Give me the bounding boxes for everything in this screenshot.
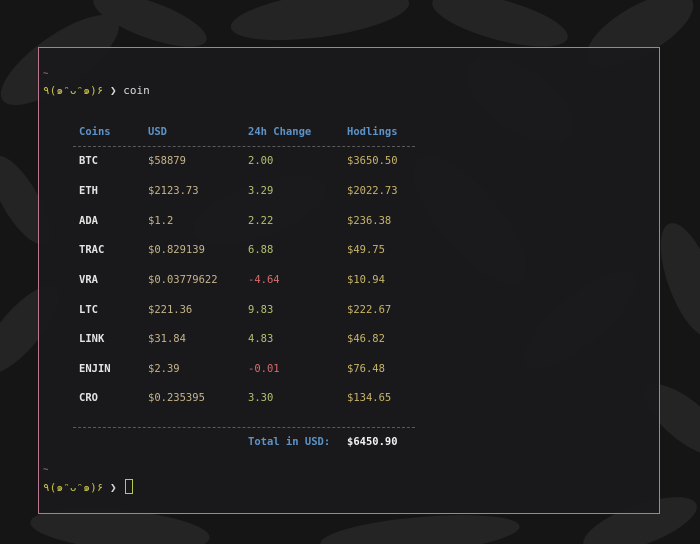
active-prompt-line[interactable]: ٩(๑ᵔᴗᵔ๑)۶ ❯ — [43, 478, 134, 496]
coin-change: 4.83 — [248, 333, 274, 345]
coin-symbol: ETH — [79, 185, 98, 197]
coin-symbol: LTC — [79, 304, 98, 316]
coin-change: 9.83 — [248, 304, 274, 316]
coin-usd: $0.235395 — [148, 392, 205, 404]
coin-hodlings: $46.82 — [347, 333, 385, 345]
coin-hodlings: $134.65 — [347, 392, 392, 404]
prompt-tilde-2: ~ — [43, 465, 49, 475]
coin-usd: $0.829139 — [148, 244, 205, 256]
coin-hodlings: $222.67 — [347, 304, 392, 316]
coin-symbol: VRA — [79, 274, 98, 286]
header-usd: USD — [148, 126, 167, 138]
coin-change: 2.00 — [248, 155, 274, 167]
header-divider — [73, 146, 415, 147]
command-text: coin — [123, 84, 150, 97]
header-hodlings: Hodlings — [347, 126, 398, 138]
coin-change: 2.22 — [248, 215, 274, 227]
prompt-kaomoji: ٩(๑ᵔᴗᵔ๑)۶ — [43, 481, 104, 494]
prompt-tilde-1: ~ — [43, 69, 49, 79]
total-divider — [73, 427, 415, 428]
coin-usd: $58879 — [148, 155, 186, 167]
coin-symbol: CRO — [79, 392, 98, 404]
coin-change: 3.29 — [248, 185, 274, 197]
coin-usd: $1.2 — [148, 215, 174, 227]
coin-symbol: ENJIN — [79, 363, 111, 375]
coin-symbol: TRAC — [79, 244, 105, 256]
text-cursor[interactable] — [125, 479, 134, 494]
total-value: $6450.90 — [347, 436, 398, 448]
coin-symbol: LINK — [79, 333, 105, 345]
coin-hodlings: $76.48 — [347, 363, 385, 375]
coin-hodlings: $2022.73 — [347, 185, 398, 197]
header-24h-change: 24h Change — [248, 126, 312, 138]
coin-usd: $0.03779622 — [148, 274, 218, 286]
coin-usd: $31.84 — [148, 333, 186, 345]
prompt-arrow-icon: ❯ — [109, 84, 117, 97]
coin-change: -4.64 — [248, 274, 280, 286]
coin-symbol: ADA — [79, 215, 98, 227]
prompt-arrow-icon: ❯ — [109, 481, 117, 494]
command-line: ٩(๑ᵔᴗᵔ๑)۶ ❯ coin — [43, 81, 150, 99]
coin-usd: $2.39 — [148, 363, 180, 375]
coin-hodlings: $49.75 — [347, 244, 385, 256]
coin-change: 3.30 — [248, 392, 274, 404]
coin-usd: $2123.73 — [148, 185, 199, 197]
coin-hodlings: $10.94 — [347, 274, 385, 286]
terminal-window[interactable]: ~ ٩(๑ᵔᴗᵔ๑)۶ ❯ coin Coins USD 24h Change … — [38, 47, 660, 514]
coin-change: 6.88 — [248, 244, 274, 256]
header-coins: Coins — [79, 126, 111, 138]
coin-hodlings: $236.38 — [347, 215, 392, 227]
coin-change: -0.01 — [248, 363, 280, 375]
coin-symbol: BTC — [79, 155, 98, 167]
coin-hodlings: $3650.50 — [347, 155, 398, 167]
total-label: Total in USD: — [248, 436, 331, 448]
prompt-kaomoji: ٩(๑ᵔᴗᵔ๑)۶ — [43, 84, 104, 97]
coin-usd: $221.36 — [148, 304, 193, 316]
